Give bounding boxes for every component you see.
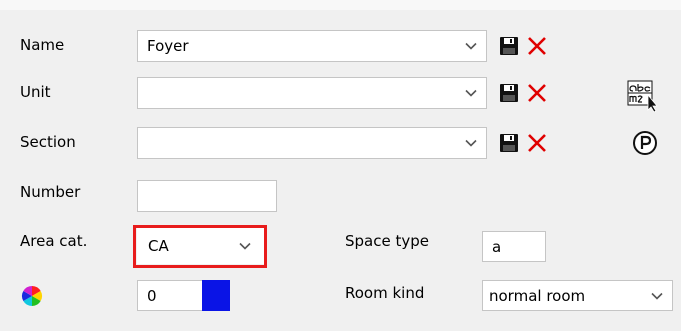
chevron-down-icon (465, 89, 477, 97)
unit-label: Unit (20, 83, 51, 101)
space-type-value: a (492, 237, 502, 256)
color-index-input[interactable]: 0 (137, 280, 203, 311)
red-x-icon (525, 34, 549, 58)
room-kind-combobox[interactable]: normal room (482, 280, 673, 311)
save-name-button[interactable] (497, 34, 521, 58)
color-wheel-icon (21, 285, 43, 307)
delete-name-button[interactable] (525, 34, 549, 58)
space-type-label: Space type (345, 232, 429, 250)
section-label: Section (20, 133, 76, 151)
abc-m2-text-icon (626, 78, 662, 114)
delete-section-button[interactable] (525, 131, 549, 155)
unit-combobox[interactable] (137, 77, 487, 109)
color-index-value: 0 (147, 286, 157, 305)
area-cat-highlight (133, 225, 267, 268)
area-cat-label: Area cat. (20, 232, 88, 250)
room-kind-value: normal room (489, 286, 586, 305)
red-x-icon (525, 131, 549, 155)
parking-button[interactable] (630, 128, 660, 158)
number-input[interactable] (137, 180, 277, 212)
floppy-disk-icon (497, 81, 521, 105)
chevron-down-icon (465, 42, 477, 50)
name-value: Foyer (147, 37, 189, 55)
floppy-disk-icon (497, 131, 521, 155)
text-area-button[interactable] (626, 78, 662, 114)
red-x-icon (525, 81, 549, 105)
delete-unit-button[interactable] (525, 81, 549, 105)
room-kind-label: Room kind (345, 284, 425, 302)
chevron-down-icon (651, 292, 663, 300)
number-label: Number (20, 183, 81, 201)
section-combobox[interactable] (137, 127, 487, 159)
name-combobox[interactable]: Foyer (137, 30, 487, 62)
color-swatch[interactable] (202, 280, 230, 311)
chevron-down-icon (465, 139, 477, 147)
name-label: Name (20, 36, 65, 54)
save-unit-button[interactable] (497, 81, 521, 105)
circled-p-icon (630, 128, 660, 158)
top-band (0, 0, 681, 10)
color-wheel-button[interactable] (21, 285, 43, 307)
floppy-disk-icon (497, 34, 521, 58)
space-type-input[interactable]: a (482, 231, 546, 262)
save-section-button[interactable] (497, 131, 521, 155)
